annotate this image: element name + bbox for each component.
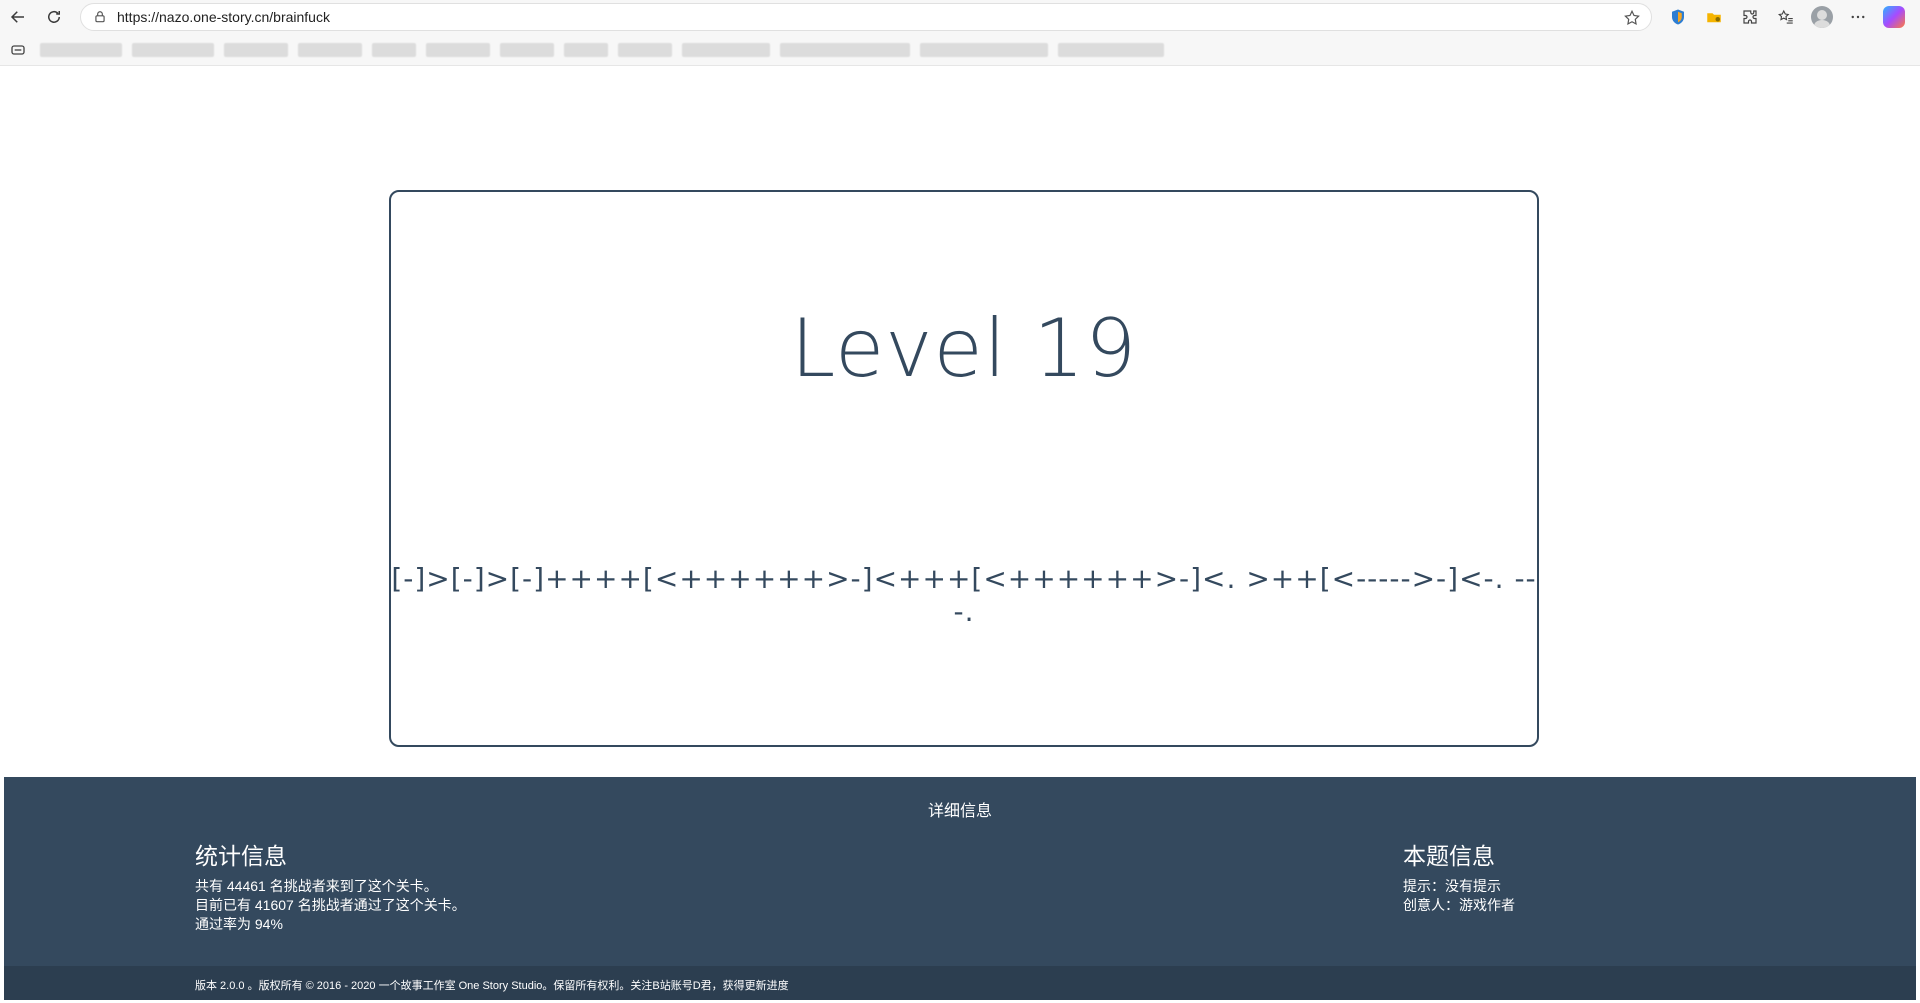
puzzle-info-section: 本题信息 提示：没有提示 创意人：游戏作者	[1403, 837, 1515, 915]
stats-title: 统计信息	[195, 843, 287, 869]
copyright-text: 版本 2.0.0 。版权所有 © 2016 - 2020 一个故事工作室 One…	[195, 980, 789, 992]
favorite-item[interactable]	[1058, 42, 1164, 57]
ellipsis-icon	[1851, 15, 1865, 19]
favorite-item[interactable]	[298, 42, 362, 57]
footer: 详细信息 统计信息 共有 44461 名挑战者来到了这个关卡。 目前已有 416…	[4, 777, 1916, 966]
puzzle-creator: 创意人：游戏作者	[1403, 897, 1515, 913]
favorite-item[interactable]	[132, 42, 214, 57]
collections-icon[interactable]	[10, 42, 26, 58]
level-card: Level 19 [-]>[-]>[-]++++[<++++++>-]<+++[…	[389, 190, 1539, 747]
refresh-icon	[48, 10, 60, 23]
avatar	[1811, 6, 1833, 28]
extension-shield-button[interactable]	[1660, 0, 1696, 34]
favorite-item[interactable]	[682, 42, 770, 57]
favorite-item[interactable]	[780, 42, 910, 57]
favorite-item[interactable]	[372, 42, 416, 57]
puzzle-piece-icon	[1743, 10, 1757, 24]
favorite-star-icon[interactable]	[1623, 9, 1641, 27]
copyright-bar: 版本 2.0.0 。版权所有 © 2016 - 2020 一个故事工作室 One…	[4, 966, 1916, 1000]
level-title: Level 19	[790, 302, 1138, 395]
stats-line-passed: 目前已有 41607 名挑战者通过了这个关卡。	[195, 897, 466, 913]
extension-folder-button[interactable]	[1696, 0, 1732, 34]
puzzle-info-title: 本题信息	[1403, 843, 1495, 869]
copilot-icon	[1883, 6, 1905, 28]
favorite-item[interactable]	[224, 42, 288, 57]
copilot-button[interactable]	[1876, 0, 1912, 34]
brainfuck-code: [-]>[-]>[-]++++[<++++++>-]<+++[<++++++>-…	[391, 562, 1537, 628]
browser-toolbar: https://nazo.one-story.cn/brainfuck	[0, 0, 1920, 34]
puzzle-hint: 提示：没有提示	[1403, 878, 1501, 894]
favorite-item[interactable]	[500, 42, 554, 57]
footer-heading: 详细信息	[927, 803, 992, 820]
stats-section: 统计信息 共有 44461 名挑战者来到了这个关卡。 目前已有 41607 名挑…	[195, 837, 466, 934]
address-bar[interactable]: https://nazo.one-story.cn/brainfuck	[80, 3, 1652, 31]
stats-line-rate: 通过率为 94%	[195, 916, 283, 932]
favorite-item[interactable]	[564, 42, 608, 57]
refresh-button[interactable]	[36, 0, 72, 34]
favorites-button[interactable]	[1768, 0, 1804, 34]
page-content: Level 19 [-]>[-]>[-]++++[<++++++>-]<+++[…	[4, 67, 1916, 1000]
back-button[interactable]	[0, 0, 36, 34]
arrow-left-icon	[10, 11, 24, 23]
folder-extension-icon	[1707, 13, 1721, 23]
extensions-button[interactable]	[1732, 0, 1768, 34]
favorite-item[interactable]	[618, 42, 672, 57]
lock-icon	[95, 11, 105, 23]
more-menu-button[interactable]	[1840, 0, 1876, 34]
favorites-bar	[0, 34, 1920, 66]
favorite-item[interactable]	[920, 42, 1048, 57]
favorite-item[interactable]	[426, 42, 490, 57]
shield-extension-icon	[1672, 9, 1684, 25]
favorite-item[interactable]	[40, 42, 122, 57]
url-text: https://nazo.one-story.cn/brainfuck	[117, 9, 330, 25]
favorites-list-icon	[1778, 9, 1793, 24]
profile-button[interactable]	[1804, 0, 1840, 34]
stats-line-total: 共有 44461 名挑战者来到了这个关卡。	[195, 878, 438, 894]
